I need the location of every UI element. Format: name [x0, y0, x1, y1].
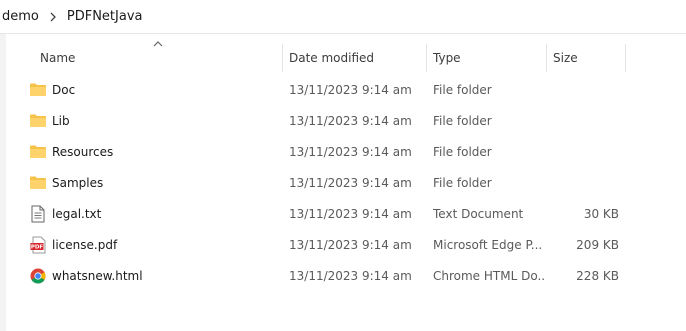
file-size: 209 KB — [576, 237, 619, 252]
file-date-modified: 13/11/2023 9:14 am — [289, 144, 412, 159]
folder-icon — [28, 142, 48, 162]
file-list: Name Date modified Type Size Doc 13/11/2… — [6, 34, 686, 331]
file-type: File folder — [433, 113, 492, 128]
file-size: 30 KB — [583, 206, 619, 221]
file-date-modified: 13/11/2023 9:14 am — [289, 82, 412, 97]
file-name: Samples — [52, 175, 104, 190]
file-name: whatsnew.html — [52, 268, 143, 283]
text-file-icon — [28, 204, 48, 224]
folder-icon — [28, 111, 48, 131]
file-type: File folder — [433, 82, 492, 97]
column-header: Name Date modified Type Size — [6, 41, 686, 72]
file-row[interactable]: Lib 13/11/2023 9:14 am File folder — [6, 105, 626, 136]
file-name-cell[interactable]: Samples — [28, 167, 280, 198]
chevron-right-icon[interactable] — [45, 9, 61, 25]
file-name-cell[interactable]: Lib — [28, 105, 280, 136]
file-type: Microsoft Edge P... — [433, 237, 543, 252]
column-header-size[interactable]: Size — [547, 44, 625, 72]
file-row[interactable]: PDF license.pdf 13/11/2023 9:14 am Micro… — [6, 229, 626, 260]
file-type: File folder — [433, 175, 492, 190]
file-name-cell[interactable]: PDF license.pdf — [28, 229, 280, 260]
file-name: Lib — [52, 113, 70, 128]
file-type: Text Document — [433, 206, 524, 221]
file-type: Chrome HTML Do... — [433, 268, 545, 283]
file-size — [547, 167, 619, 198]
file-date-modified: 13/11/2023 9:14 am — [289, 175, 412, 190]
svg-text:PDF: PDF — [31, 244, 44, 250]
file-name: Resources — [52, 144, 114, 159]
breadcrumb-item-pdfnetjava[interactable]: PDFNetJava — [63, 9, 147, 24]
column-header-date-modified[interactable]: Date modified — [283, 44, 426, 72]
column-header-name[interactable]: Name — [34, 44, 282, 72]
file-row[interactable]: Resources 13/11/2023 9:14 am File folder — [6, 136, 626, 167]
file-name: legal.txt — [52, 206, 102, 221]
folder-icon — [28, 80, 48, 100]
file-name-cell[interactable]: Resources — [28, 136, 280, 167]
breadcrumb-item-demo[interactable]: demo — [0, 9, 43, 24]
folder-icon — [28, 173, 48, 193]
file-row[interactable]: whatsnew.html 13/11/2023 9:14 am Chrome … — [6, 260, 626, 291]
file-name-cell[interactable]: whatsnew.html — [28, 260, 280, 291]
breadcrumb: demo PDFNetJava — [0, 0, 686, 34]
file-name-cell[interactable]: legal.txt — [28, 198, 280, 229]
file-date-modified: 13/11/2023 9:14 am — [289, 206, 412, 221]
file-size — [547, 74, 619, 105]
file-row[interactable]: Doc 13/11/2023 9:14 am File folder — [6, 74, 626, 105]
file-row[interactable]: legal.txt 13/11/2023 9:14 am Text Docume… — [6, 198, 626, 229]
column-divider[interactable] — [625, 44, 626, 72]
file-size — [547, 136, 619, 167]
column-header-type[interactable]: Type — [427, 44, 546, 72]
file-name: Doc — [52, 82, 76, 97]
chrome-html-icon — [28, 266, 48, 286]
file-type: File folder — [433, 144, 492, 159]
file-row[interactable]: Samples 13/11/2023 9:14 am File folder — [6, 167, 626, 198]
file-date-modified: 13/11/2023 9:14 am — [289, 237, 412, 252]
file-size — [547, 105, 619, 136]
file-name-cell[interactable]: Doc — [28, 74, 280, 105]
file-name: license.pdf — [52, 237, 118, 252]
file-size: 228 KB — [576, 268, 619, 283]
file-date-modified: 13/11/2023 9:14 am — [289, 113, 412, 128]
pdf-file-icon: PDF — [28, 235, 48, 255]
file-date-modified: 13/11/2023 9:14 am — [289, 268, 412, 283]
